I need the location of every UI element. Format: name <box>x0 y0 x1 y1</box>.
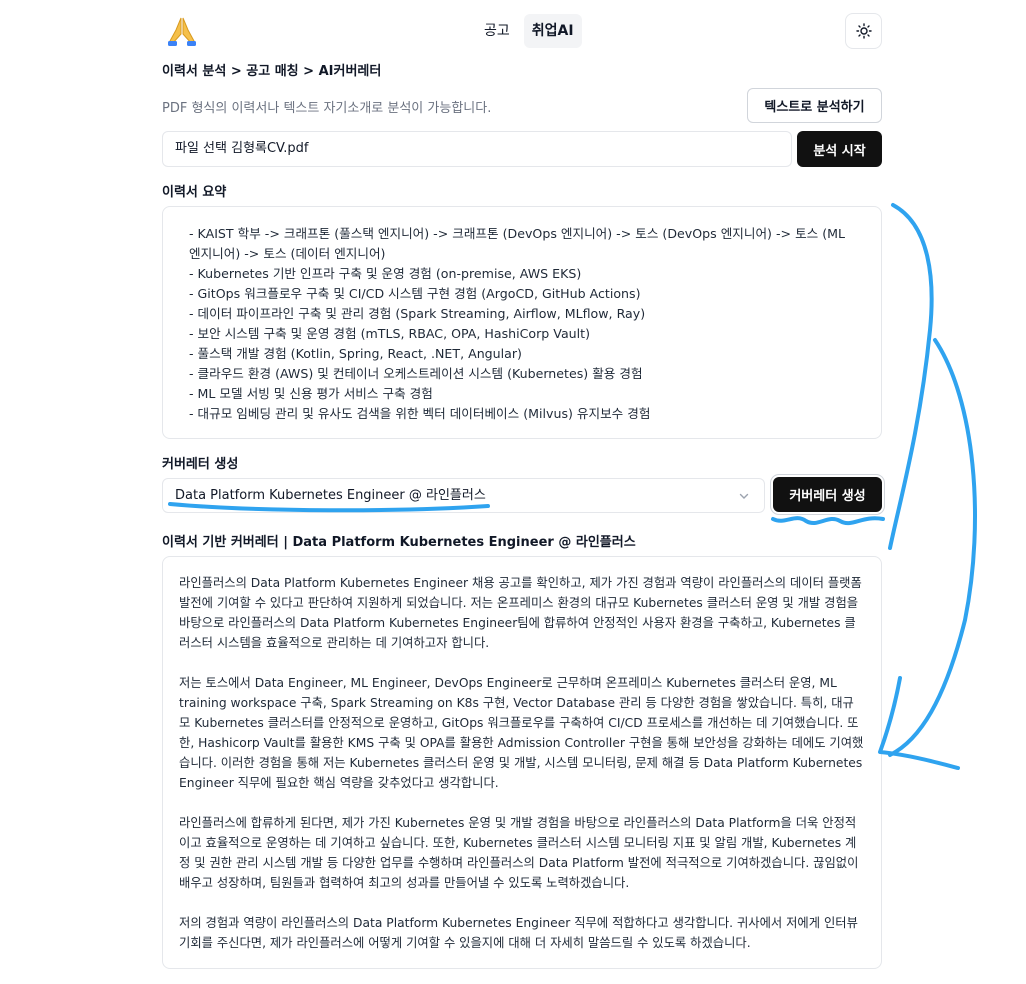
main-nav: 공고 취업AI <box>476 14 582 48</box>
letter-paragraph: 저는 토스에서 Data Engineer, ML Engineer, DevO… <box>179 676 864 790</box>
summary-line: - KAIST 학부 -> 크래프톤 (풀스택 엔지니어) -> 크래프톤 (D… <box>189 226 846 241</box>
tab-jobs[interactable]: 공고 <box>476 14 518 48</box>
file-input[interactable]: 파일 선택 김형록CV.pdf <box>162 131 792 167</box>
arrow-head-stroke <box>878 676 960 770</box>
summary-line: - Kubernetes 기반 인프라 구축 및 운영 경험 (on-premi… <box>189 266 582 281</box>
summary-line: - 보안 시스템 구축 및 운영 경험 (mTLS, RBAC, OPA, Ha… <box>189 326 590 341</box>
selected-job: Data Platform Kubernetes Engineer @ 라인플러… <box>175 488 486 503</box>
cover-letter-section-title: 커버레터 생성 <box>162 457 239 472</box>
job-select[interactable]: Data Platform Kubernetes Engineer @ 라인플러… <box>162 478 765 513</box>
summary-line: - ML 모델 서빙 및 신용 평가 서비스 구축 경험 <box>189 386 433 401</box>
letter-paragraph: 라인플러스의 Data Platform Kubernetes Engineer… <box>179 576 862 650</box>
summary-line: - 풀스택 개발 경험 (Kotlin, Spring, React, .NET… <box>189 346 522 361</box>
letter-paragraph: 저의 경험과 역량이 라인플러스의 Data Platform Kubernet… <box>179 916 858 950</box>
sun-icon <box>855 23 872 39</box>
resume-summary-box: - KAIST 학부 -> 크래프톤 (풀스택 엔지니어) -> 크래프톤 (D… <box>162 206 882 439</box>
summary-line: - 클라우드 환경 (AWS) 및 컨테이너 오케스트레이션 시스템 (Kube… <box>189 366 643 381</box>
breadcrumb: 이력서 분석 > 공고 매칭 > AI커버레터 <box>162 64 382 79</box>
chevron-down-icon <box>739 493 749 499</box>
summary-line: - 대규모 임베딩 관리 및 유사도 검색을 위한 벡터 데이터베이스 (Mil… <box>189 406 651 421</box>
theme-toggle-button[interactable] <box>845 13 882 49</box>
upload-hint: PDF 형식의 이력서나 텍스트 자기소개로 분석이 가능합니다. <box>162 101 492 116</box>
summary-line: - GitOps 워크플로우 구축 및 CI/CD 시스템 구현 경험 (Arg… <box>189 286 641 301</box>
cover-letter-box: 라인플러스의 Data Platform Kubernetes Engineer… <box>162 556 882 969</box>
squiggle-stroke <box>771 516 885 526</box>
summary-title: 이력서 요약 <box>162 185 227 200</box>
summary-line: 엔지니어) -> 토스 (데이터 엔지니어) <box>189 246 386 261</box>
arrow-big-curve-stroke <box>888 338 977 757</box>
cover-letter-title: 이력서 기반 커버레터 | Data Platform Kubernetes E… <box>162 535 636 550</box>
generate-cover-letter-button[interactable]: 커버레터 생성 <box>773 477 882 512</box>
analyze-text-button[interactable]: 텍스트로 분석하기 <box>747 88 882 123</box>
start-analysis-button[interactable]: 분석 시작 <box>797 131 882 167</box>
letter-paragraph: 라인플러스에 합류하게 된다면, 제가 가진 Kubernetes 운영 및 개… <box>179 816 859 890</box>
tab-career-ai[interactable]: 취업AI <box>523 14 582 48</box>
top-bar: 공고 취업AI <box>0 0 1026 62</box>
summary-line: - 데이터 파이프라인 구축 및 관리 경험 (Spark Streaming,… <box>189 306 646 321</box>
arrow-curve-stroke <box>888 203 934 550</box>
praying-hands-logo-icon[interactable] <box>164 14 200 48</box>
